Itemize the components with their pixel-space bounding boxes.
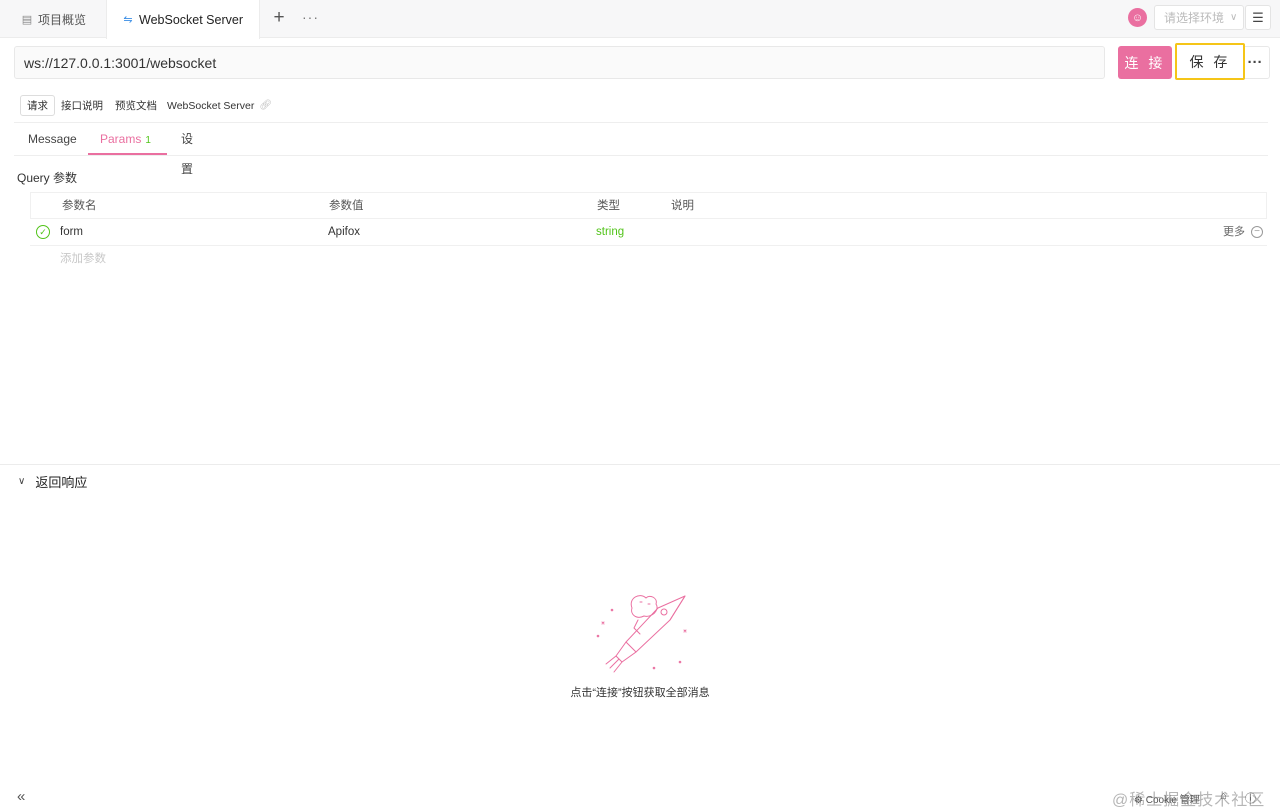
save-button[interactable]: 保 存 — [1175, 43, 1245, 80]
collapse-sidebar-icon[interactable]: « — [17, 788, 25, 805]
col-type: 类型 — [597, 200, 620, 212]
layout-icon: ▤ — [21, 13, 33, 26]
response-divider — [0, 464, 1280, 465]
response-toggle[interactable]: ∨ 返回响应 — [18, 472, 87, 491]
divider — [14, 122, 1268, 123]
watermark: @稀土掘金技术社区 — [1112, 792, 1266, 809]
add-tab-button[interactable]: + — [268, 8, 290, 30]
table-row: ✓ form Apifox string 更多 − — [30, 219, 1267, 246]
more-tabs-icon[interactable]: ··· — [302, 9, 319, 25]
params-count-badge: 1 — [145, 135, 151, 146]
enabled-check-icon[interactable]: ✓ — [36, 225, 50, 239]
remove-icon[interactable]: − — [1251, 226, 1263, 238]
tab-message[interactable]: Message — [28, 124, 77, 155]
param-more-link[interactable]: 更多 — [1223, 219, 1245, 246]
tab-params-label: Params — [100, 132, 142, 146]
col-value: 参数值 — [329, 200, 364, 212]
footer: « ⚙ Cookie 管理 ⌂ ⓘ @稀土掘金技术社区 — [0, 783, 1280, 811]
tab-bar: ▤ 项目概览 ⇋ WebSocket Server + ··· ☺ 请选择环境 … — [0, 0, 1280, 39]
param-name[interactable]: form — [60, 219, 83, 246]
env-placeholder: 请选择环境 — [1164, 11, 1225, 25]
query-params-table: 参数名 参数值 类型 说明 ✓ form Apifox string 更多 − … — [30, 192, 1267, 273]
add-param-input[interactable]: 添加参数 — [60, 246, 106, 273]
empty-response-message: 点击“连接”按钮获取全部消息 — [570, 687, 710, 699]
table-header: 参数名 参数值 类型 说明 — [30, 192, 1267, 219]
link-icon[interactable]: 🔗︎ — [259, 100, 272, 111]
doc-tab-interface-desc[interactable]: 接口说明 — [55, 95, 109, 116]
connect-button[interactable]: 连 接 — [1118, 46, 1172, 79]
param-type[interactable]: string — [596, 219, 624, 246]
menu-icon[interactable]: ☰ — [1245, 5, 1271, 30]
avatar[interactable]: ☺ — [1128, 8, 1147, 27]
tab-label: 项目概览 — [38, 12, 87, 27]
chevron-down-icon: ∨ — [1230, 12, 1238, 23]
api-name: WebSocket Server — [167, 99, 255, 112]
divider — [14, 155, 1268, 156]
param-description[interactable] — [670, 219, 1170, 246]
doc-tabs: 请求 接口说明 预览文档 WebSocket Server 🔗︎ — [20, 95, 272, 116]
doc-tab-request[interactable]: 请求 — [20, 95, 55, 116]
rocket-illustration-icon — [596, 595, 687, 673]
chevron-down-icon: ∨ — [18, 476, 26, 487]
url-input[interactable] — [14, 46, 1105, 79]
tab-websocket-server[interactable]: ⇋ WebSocket Server — [106, 0, 260, 39]
tab-params[interactable]: Params 1 — [88, 124, 167, 155]
websocket-icon: ⇋ — [123, 14, 133, 26]
environment-select[interactable]: 请选择环境 ∨ — [1154, 5, 1244, 30]
response-title: 返回响应 — [35, 475, 88, 490]
doc-tab-preview[interactable]: 预览文档 — [109, 95, 163, 116]
add-param-row: 添加参数 — [30, 246, 1267, 273]
tab-project-overview[interactable]: ▤ 项目概览 — [20, 0, 86, 38]
col-description: 说明 — [671, 200, 694, 212]
tab-settings[interactable]: 设置 — [181, 124, 193, 176]
query-params-title: Query 参数 — [17, 171, 78, 185]
col-name: 参数名 — [62, 200, 97, 212]
tab-label: WebSocket Server — [139, 12, 243, 27]
param-value[interactable]: Apifox — [328, 219, 360, 246]
